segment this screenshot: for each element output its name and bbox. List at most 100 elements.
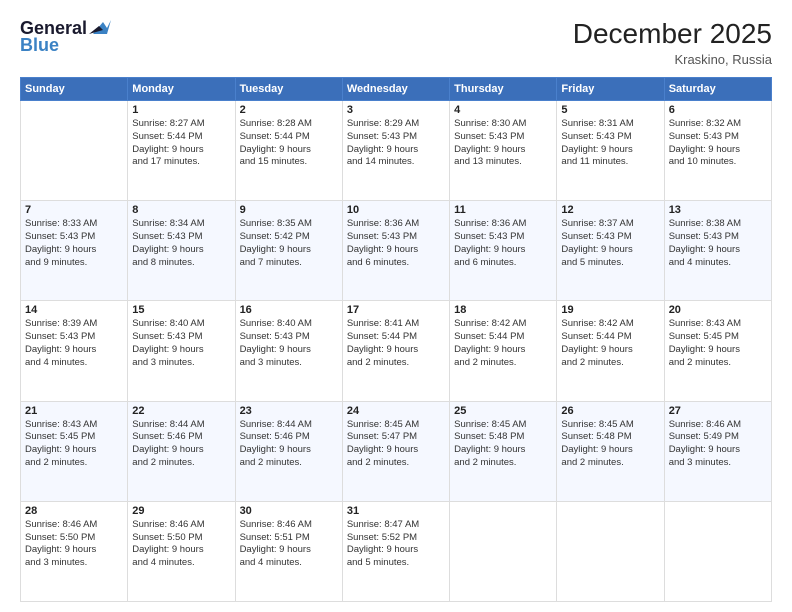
logo-bird-icon (89, 20, 111, 36)
col-friday: Friday (557, 78, 664, 101)
table-row: 24 Sunrise: 8:45 AMSunset: 5:47 PMDayligh… (342, 401, 449, 501)
logo: General Blue (20, 18, 111, 56)
day-info: Sunrise: 8:35 AMSunset: 5:42 PMDaylight:… (240, 218, 338, 269)
table-row: 23Sunrise: 8:44 AMSunset: 5:46 PMDayligh… (235, 401, 342, 501)
table-row: 30Sunrise: 8:46 AMSunset: 5:51 PMDayligh… (235, 501, 342, 601)
day-info: Sunrise: 8:42 AMSunset: 5:44 PMDaylight:… (454, 318, 552, 369)
table-row (664, 501, 771, 601)
day-info: Sunrise: 8:45 AMSunset: 5:47 PMDaylight:… (347, 419, 445, 470)
col-monday: Monday (128, 78, 235, 101)
day-number: 21 (25, 405, 123, 417)
table-row: 1 Sunrise: 8:27 AMSunset: 5:44 PMDaylight… (128, 101, 235, 201)
table-row: 18 Sunrise: 8:42 AMSunset: 5:44 PMDayligh… (450, 301, 557, 401)
table-row: 29 Sunrise: 8:46 AMSunset: 5:50 PMDayligh… (128, 501, 235, 601)
day-info: Sunrise: 8:36 AMSunset: 5:43 PMDaylight:… (454, 218, 552, 269)
table-row: 20 Sunrise: 8:43 AMSunset: 5:45 PMDayligh… (664, 301, 771, 401)
col-wednesday: Wednesday (342, 78, 449, 101)
day-number: 9 (240, 204, 338, 216)
day-info: Sunrise: 8:42 AMSunset: 5:44 PMDaylight:… (561, 318, 659, 369)
calendar-week-0: 1 Sunrise: 8:27 AMSunset: 5:44 PMDaylight… (21, 101, 772, 201)
day-number: 19 (561, 304, 659, 316)
table-row: 4Sunrise: 8:30 AMSunset: 5:43 PMDaylight… (450, 101, 557, 201)
col-tuesday: Tuesday (235, 78, 342, 101)
table-row: 6Sunrise: 8:32 AMSunset: 5:43 PMDaylight… (664, 101, 771, 201)
day-info: Sunrise: 8:34 AMSunset: 5:43 PMDaylight:… (132, 218, 230, 269)
table-row: 12Sunrise: 8:37 AMSunset: 5:43 PMDayligh… (557, 201, 664, 301)
table-row (450, 501, 557, 601)
day-info: Sunrise: 8:43 AMSunset: 5:45 PMDaylight:… (25, 419, 123, 470)
table-row: 10Sunrise: 8:36 AMSunset: 5:43 PMDayligh… (342, 201, 449, 301)
day-number: 4 (454, 104, 552, 116)
day-number: 13 (669, 204, 767, 216)
day-info: Sunrise: 8:46 AMSunset: 5:50 PMDaylight:… (132, 519, 230, 570)
table-row: 22 Sunrise: 8:44 AMSunset: 5:46 PMDayligh… (128, 401, 235, 501)
table-row: 2 Sunrise: 8:28 AMSunset: 5:44 PMDaylight… (235, 101, 342, 201)
day-info: Sunrise: 8:37 AMSunset: 5:43 PMDaylight:… (561, 218, 659, 269)
table-row: 17 Sunrise: 8:41 AMSunset: 5:44 PMDayligh… (342, 301, 449, 401)
table-row: 31Sunrise: 8:47 AMSunset: 5:52 PMDayligh… (342, 501, 449, 601)
table-row: 26Sunrise: 8:45 AMSunset: 5:48 PMDayligh… (557, 401, 664, 501)
table-row: 14 Sunrise: 8:39 AMSunset: 5:43 PMDayligh… (21, 301, 128, 401)
table-row: 5 Sunrise: 8:31 AMSunset: 5:43 PMDaylight… (557, 101, 664, 201)
day-number: 14 (25, 304, 123, 316)
location: Kraskino, Russia (573, 52, 772, 67)
calendar-header-row: Sunday Monday Tuesday Wednesday Thursday… (21, 78, 772, 101)
day-info: Sunrise: 8:39 AMSunset: 5:43 PMDaylight:… (25, 318, 123, 369)
day-number: 27 (669, 405, 767, 417)
day-number: 28 (25, 505, 123, 517)
day-number: 5 (561, 104, 659, 116)
col-saturday: Saturday (664, 78, 771, 101)
day-info: Sunrise: 8:44 AMSunset: 5:46 PMDaylight:… (240, 419, 338, 470)
table-row: 28 Sunrise: 8:46 AMSunset: 5:50 PMDayligh… (21, 501, 128, 601)
table-row: 8 Sunrise: 8:34 AMSunset: 5:43 PMDaylight… (128, 201, 235, 301)
day-info: Sunrise: 8:28 AMSunset: 5:44 PMDaylight:… (240, 118, 338, 169)
page: General Blue December 2025 Kraskino, Rus… (0, 0, 792, 612)
day-number: 8 (132, 204, 230, 216)
calendar-week-1: 7 Sunrise: 8:33 AMSunset: 5:43 PMDaylight… (21, 201, 772, 301)
day-info: Sunrise: 8:44 AMSunset: 5:46 PMDaylight:… (132, 419, 230, 470)
calendar-table: Sunday Monday Tuesday Wednesday Thursday… (20, 77, 772, 602)
table-row: 11Sunrise: 8:36 AMSunset: 5:43 PMDayligh… (450, 201, 557, 301)
table-row: 15Sunrise: 8:40 AMSunset: 5:43 PMDayligh… (128, 301, 235, 401)
table-row: 16Sunrise: 8:40 AMSunset: 5:43 PMDayligh… (235, 301, 342, 401)
day-number: 7 (25, 204, 123, 216)
table-row: 13 Sunrise: 8:38 AMSunset: 5:43 PMDayligh… (664, 201, 771, 301)
day-info: Sunrise: 8:36 AMSunset: 5:43 PMDaylight:… (347, 218, 445, 269)
day-info: Sunrise: 8:27 AMSunset: 5:44 PMDaylight:… (132, 118, 230, 169)
day-number: 3 (347, 104, 445, 116)
day-number: 2 (240, 104, 338, 116)
col-thursday: Thursday (450, 78, 557, 101)
header: General Blue December 2025 Kraskino, Rus… (20, 18, 772, 67)
day-info: Sunrise: 8:46 AMSunset: 5:50 PMDaylight:… (25, 519, 123, 570)
calendar-week-3: 21 Sunrise: 8:43 AMSunset: 5:45 PMDayligh… (21, 401, 772, 501)
calendar-week-2: 14 Sunrise: 8:39 AMSunset: 5:43 PMDayligh… (21, 301, 772, 401)
table-row: 19 Sunrise: 8:42 AMSunset: 5:44 PMDayligh… (557, 301, 664, 401)
table-row: 9 Sunrise: 8:35 AMSunset: 5:42 PMDaylight… (235, 201, 342, 301)
day-info: Sunrise: 8:31 AMSunset: 5:43 PMDaylight:… (561, 118, 659, 169)
day-info: Sunrise: 8:45 AMSunset: 5:48 PMDaylight:… (454, 419, 552, 470)
table-row (557, 501, 664, 601)
table-row: 21 Sunrise: 8:43 AMSunset: 5:45 PMDayligh… (21, 401, 128, 501)
day-number: 18 (454, 304, 552, 316)
table-row (21, 101, 128, 201)
day-info: Sunrise: 8:43 AMSunset: 5:45 PMDaylight:… (669, 318, 767, 369)
day-number: 17 (347, 304, 445, 316)
day-info: Sunrise: 8:40 AMSunset: 5:43 PMDaylight:… (240, 318, 338, 369)
day-number: 29 (132, 505, 230, 517)
day-number: 25 (454, 405, 552, 417)
day-number: 22 (132, 405, 230, 417)
day-info: Sunrise: 8:41 AMSunset: 5:44 PMDaylight:… (347, 318, 445, 369)
day-number: 1 (132, 104, 230, 116)
month-title: December 2025 (573, 18, 772, 50)
table-row: 7 Sunrise: 8:33 AMSunset: 5:43 PMDaylight… (21, 201, 128, 301)
day-number: 6 (669, 104, 767, 116)
col-sunday: Sunday (21, 78, 128, 101)
day-info: Sunrise: 8:46 AMSunset: 5:49 PMDaylight:… (669, 419, 767, 470)
day-info: Sunrise: 8:33 AMSunset: 5:43 PMDaylight:… (25, 218, 123, 269)
title-block: December 2025 Kraskino, Russia (573, 18, 772, 67)
day-number: 24 (347, 405, 445, 417)
day-info: Sunrise: 8:38 AMSunset: 5:43 PMDaylight:… (669, 218, 767, 269)
day-info: Sunrise: 8:29 AMSunset: 5:43 PMDaylight:… (347, 118, 445, 169)
logo-blue: Blue (20, 35, 59, 56)
day-number: 20 (669, 304, 767, 316)
